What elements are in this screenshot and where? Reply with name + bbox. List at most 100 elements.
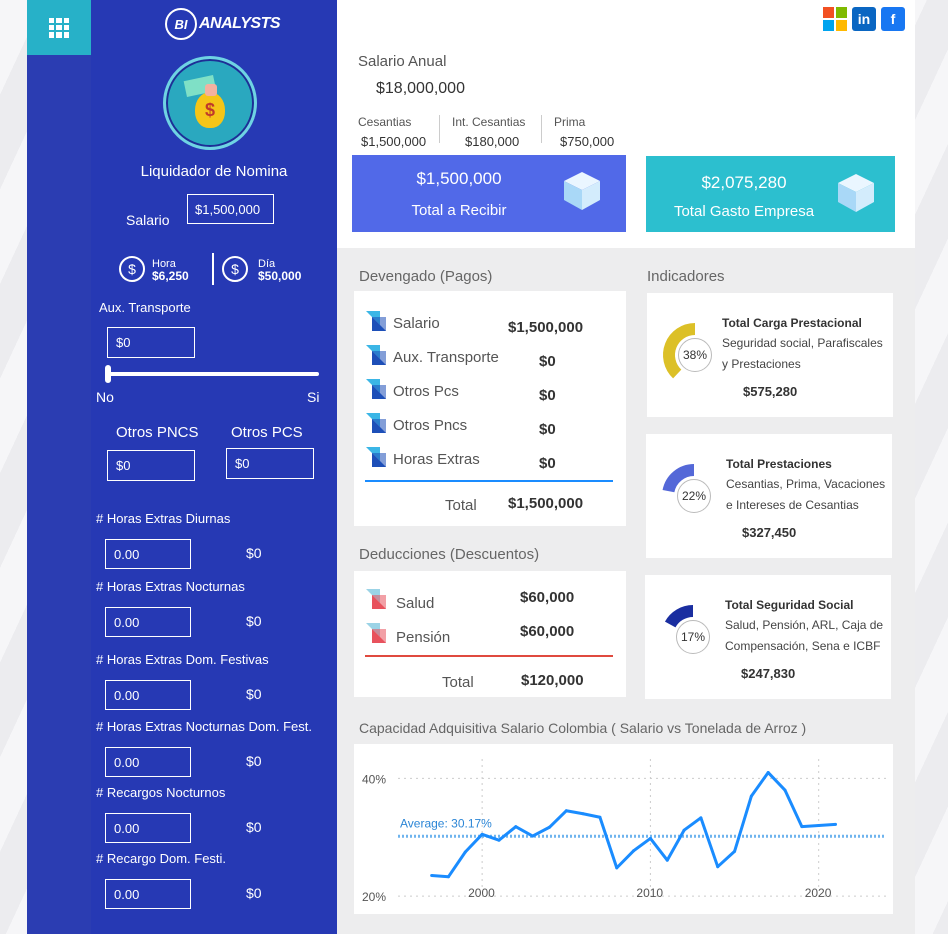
chart-title: Capacidad Adquisitiva Salario Colombia (…	[359, 720, 807, 736]
extra-hours-input[interactable]: 0.00	[105, 539, 191, 569]
extra-hours-amount: $0	[246, 545, 262, 561]
aux-transporte-slider[interactable]	[107, 372, 319, 376]
aux-transporte-input[interactable]: $0	[107, 327, 195, 358]
devengado-total-value: $1,500,000	[508, 495, 584, 512]
deducciones-total-label: Total	[442, 674, 474, 691]
data-point	[834, 822, 838, 826]
extra-hours-label: # Horas Extras Diurnas	[96, 511, 231, 526]
x-tick-label: 2000	[468, 886, 495, 900]
data-point	[581, 812, 585, 816]
otros-pncs-label: Otros PNCS	[116, 424, 199, 441]
x-tick-label: 2020	[805, 886, 832, 900]
divider	[541, 115, 542, 143]
otros-pcs-label: Otros PCS	[231, 424, 303, 441]
data-point	[615, 866, 619, 870]
extra-hours-input[interactable]: 0.00	[105, 813, 191, 843]
salario-anual-value: $18,000,000	[376, 80, 465, 97]
extra-hours-amount: $0	[246, 885, 262, 901]
extra-hours-input[interactable]: 0.00	[105, 607, 191, 637]
devengado-row-label: Salario	[393, 315, 440, 332]
extra-hours-input[interactable]: 0.00	[105, 879, 191, 909]
total-recibir-value: $1,500,000	[416, 169, 502, 188]
data-point	[716, 865, 720, 869]
total-divider	[365, 480, 613, 482]
indicator-card: 38% Total Carga Prestacional Seguridad soc…	[647, 293, 893, 417]
extra-hours-label: # Recargos Nocturnos	[96, 785, 226, 800]
devengado-row-value: $0	[539, 387, 556, 404]
data-point	[766, 771, 770, 775]
extra-hours-amount: $0	[246, 753, 262, 769]
data-point	[749, 794, 753, 798]
deducciones-total-value: $120,000	[521, 672, 584, 689]
extra-hours-label: # Horas Extras Nocturnas	[96, 579, 245, 594]
data-point	[564, 809, 568, 813]
sidebar: BI ANALYSTS $ Liquidador de Nomina Salar…	[91, 0, 337, 934]
divider	[439, 115, 440, 143]
extra-hours-amount: $0	[246, 686, 262, 702]
hora-value: $6,250	[152, 269, 189, 283]
row-icon	[366, 623, 386, 643]
devengado-row-value: $0	[539, 421, 556, 438]
y-tick-label: 20%	[362, 890, 386, 904]
menu-button[interactable]	[27, 0, 91, 55]
indicator-description: Seguridad social, Parafiscales	[722, 336, 883, 350]
indicator-value: $575,280	[743, 384, 798, 399]
dollar-coin-icon: $	[222, 256, 248, 282]
otros-pncs-input[interactable]: $0	[107, 450, 195, 481]
devengado-row-value: $0	[539, 353, 556, 370]
summary-panel: in f Salario Anual $18,000,000 Cesantias…	[337, 0, 915, 248]
indicadores-title: Indicadores	[647, 268, 725, 285]
data-point	[682, 828, 686, 832]
deducciones-row-value: $60,000	[520, 589, 575, 606]
data-point	[665, 858, 669, 862]
cube-icon	[838, 174, 874, 212]
linkedin-icon[interactable]: in	[852, 7, 876, 31]
cube-icon	[564, 172, 600, 210]
indicator-description: Salud, Pensión, ARL, Caja de	[725, 618, 884, 632]
logo-text: ANALYSTS	[199, 15, 281, 32]
prima-value: $750,000	[560, 134, 615, 149]
deducciones-row-label: Pensión	[396, 629, 451, 646]
salario-anual-label: Salario Anual	[358, 53, 447, 70]
data-point	[497, 838, 501, 842]
divider	[212, 253, 214, 285]
microsoft-icon[interactable]	[823, 7, 847, 31]
row-icon	[366, 447, 386, 467]
social-links: in f	[823, 7, 905, 31]
indicator-description: Compensación, Sena e ICBF	[725, 639, 881, 653]
indicator-description: y Prestaciones	[722, 357, 801, 371]
data-point	[531, 834, 535, 838]
total-divider	[365, 655, 613, 657]
int-cesantias-label: Int. Cesantias	[452, 115, 526, 129]
slider-handle[interactable]	[105, 365, 111, 383]
data-point	[463, 850, 467, 854]
row-icon	[366, 379, 386, 399]
data-point	[800, 825, 804, 829]
facebook-icon[interactable]: f	[881, 7, 905, 31]
row-icon	[366, 413, 386, 433]
extra-hours-input[interactable]: 0.00	[105, 680, 191, 710]
indicator-title: Total Prestaciones	[726, 457, 832, 471]
data-point	[547, 825, 551, 829]
data-point	[430, 874, 434, 878]
data-point	[598, 815, 602, 819]
devengado-panel: Salario $1,500,000 Aux. Transporte $0 Otros …	[354, 291, 626, 526]
line-chart: 40% 20% 2000 2010 2020 Average: 30.17%	[362, 759, 886, 904]
cesantias-value: $1,500,000	[361, 134, 427, 149]
devengado-row-value: $1,500,000	[508, 319, 584, 336]
dollar-coin-icon: $	[119, 256, 145, 282]
data-point	[632, 849, 636, 853]
total-gasto-value: $2,075,280	[701, 173, 787, 192]
data-line	[431, 771, 836, 879]
extra-hours-input[interactable]: 0.00	[105, 747, 191, 777]
indicator-value: $247,830	[741, 666, 796, 681]
extra-hours-amount: $0	[246, 819, 262, 835]
grid-menu-icon	[49, 17, 69, 38]
extra-hours-label: # Horas Extras Dom. Festivas	[96, 652, 269, 667]
total-recibir-label: Total a Recibir	[411, 202, 507, 219]
chart-panel: 40% 20% 2000 2010 2020 Average: 30.17%	[354, 744, 893, 914]
otros-pcs-input[interactable]: $0	[226, 448, 314, 479]
left-rail	[27, 0, 91, 934]
indicator-percent: 22%	[677, 479, 711, 513]
salario-input[interactable]: $1,500,000	[187, 194, 274, 224]
